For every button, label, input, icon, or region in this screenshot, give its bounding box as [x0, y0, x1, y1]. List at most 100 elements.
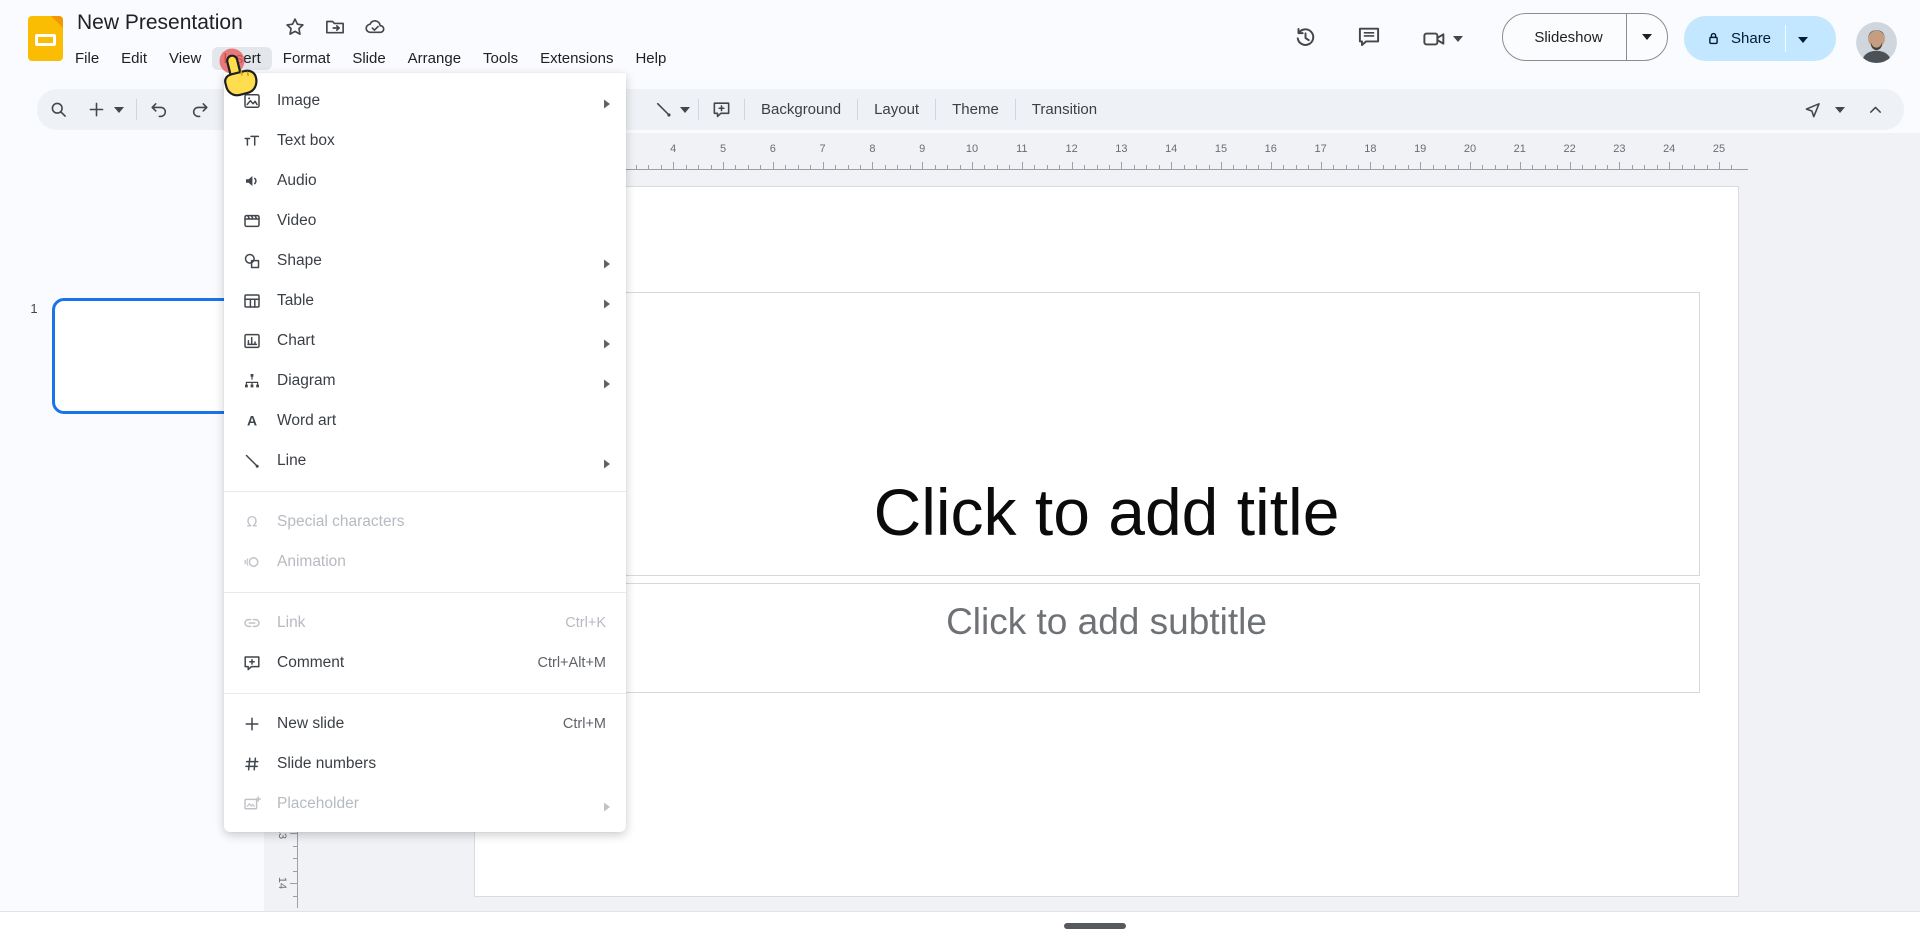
ruler-tick [947, 165, 948, 169]
slideshow-options-caret[interactable] [1627, 34, 1667, 40]
speaker-notes-resize-handle[interactable] [1064, 923, 1126, 929]
move-folder-icon[interactable] [324, 16, 346, 38]
link-icon [242, 613, 262, 633]
ruler-tick [1258, 165, 1259, 169]
ruler-tick [1395, 165, 1396, 169]
undo-icon[interactable] [148, 99, 169, 120]
meet-caret-icon[interactable] [1453, 36, 1463, 42]
ruler-number: 20 [1458, 143, 1482, 155]
ruler-tick [848, 165, 849, 169]
insert-menu-item-new-slide[interactable]: New slideCtrl+M [224, 704, 626, 744]
menu-item-label: Image [277, 92, 603, 110]
ruler-tick [1022, 162, 1023, 169]
menubar-item-tools[interactable]: Tools [472, 47, 529, 70]
menubar-item-file[interactable]: File [64, 47, 110, 70]
comment-icon [242, 653, 262, 673]
star-icon[interactable] [284, 16, 306, 38]
ruler-number: 22 [1558, 143, 1582, 155]
menubar-item-help[interactable]: Help [624, 47, 677, 70]
hide-menus-chevron-icon[interactable] [1865, 99, 1886, 120]
image-icon [242, 91, 262, 111]
ruler-tick [910, 165, 911, 169]
menubar-item-extensions[interactable]: Extensions [529, 47, 624, 70]
background-button[interactable]: Background [745, 101, 857, 118]
ruler-tick [1358, 165, 1359, 169]
ruler-tick [897, 165, 898, 169]
share-options-caret[interactable] [1798, 30, 1808, 48]
document-title[interactable]: New Presentation [77, 11, 243, 35]
insert-menu-item-line[interactable]: Line [224, 441, 626, 481]
menu-item-shortcut: Ctrl+M [563, 716, 606, 732]
ruler-tick [984, 165, 985, 169]
insert-menu-item-slide-numbers[interactable]: Slide numbers [224, 744, 626, 784]
insert-menu-item-chart[interactable]: Chart [224, 321, 626, 361]
ruler-tick [723, 162, 724, 169]
insert-menu-item-diagram[interactable]: Diagram [224, 361, 626, 401]
bottom-bar [0, 911, 1920, 947]
line-tool-icon[interactable] [653, 99, 674, 120]
ruler-number: 14 [1159, 143, 1183, 155]
insert-menu-item-text-box[interactable]: Text box [224, 121, 626, 161]
menubar-item-arrange[interactable]: Arrange [397, 47, 472, 70]
ruler-tick [1134, 165, 1135, 169]
insert-menu-item-audio[interactable]: Audio [224, 161, 626, 201]
ruler-tick [1059, 165, 1060, 169]
insert-menu-item-image[interactable]: Image [224, 81, 626, 121]
insert-menu-item-word-art[interactable]: AWord art [224, 401, 626, 441]
open-comments-icon[interactable] [1356, 24, 1382, 50]
new-slide-caret-icon[interactable] [114, 107, 124, 113]
submenu-arrow-icon [603, 376, 611, 386]
ruler-tick [1084, 165, 1085, 169]
avatar[interactable] [1856, 22, 1897, 63]
ruler-tick [997, 165, 998, 169]
insert-menu-item-table[interactable]: Table [224, 281, 626, 321]
ruler-number: 12 [1060, 143, 1084, 155]
new-slide-plus-icon[interactable] [86, 99, 107, 120]
ruler-tick [1582, 165, 1583, 169]
ruler-tick [1146, 165, 1147, 169]
ruler-tick [293, 858, 297, 859]
ruler-tick [1009, 165, 1010, 169]
layout-button[interactable]: Layout [858, 101, 935, 118]
menubar-item-insert[interactable]: Insert [212, 47, 272, 70]
pointer-caret-icon[interactable] [1835, 107, 1845, 113]
ruler-tick [1719, 162, 1720, 169]
insert-menu-item-placeholder: Placeholder [224, 784, 626, 824]
transition-button[interactable]: Transition [1016, 101, 1113, 118]
audio-icon [242, 171, 262, 191]
ruler-number: 7 [811, 143, 835, 155]
toolbar-far-right [1802, 89, 1886, 130]
ruler-tick [1682, 165, 1683, 169]
menu-item-label: Text box [277, 132, 626, 150]
ruler-tick [293, 896, 297, 897]
ruler-tick [1458, 165, 1459, 169]
line-tool-caret-icon[interactable] [680, 107, 690, 113]
ruler-tick [1408, 165, 1409, 169]
menubar-item-slide[interactable]: Slide [341, 47, 396, 70]
insert-menu-item-comment[interactable]: CommentCtrl+Alt+M [224, 643, 626, 683]
meet-camera-icon[interactable] [1421, 26, 1447, 52]
chart-icon [242, 331, 262, 351]
ruler-number: 5 [711, 143, 735, 155]
menubar-item-edit[interactable]: Edit [110, 47, 158, 70]
toolbar-divider [136, 99, 137, 120]
insert-menu-item-video[interactable]: Video [224, 201, 626, 241]
svg-text:A: A [247, 413, 257, 429]
share-button[interactable]: Share [1684, 16, 1836, 61]
slide-canvas[interactable]: Click to add title Click to add subtitle [474, 186, 1739, 897]
laser-pointer-icon[interactable] [1802, 99, 1823, 120]
slideshow-button[interactable]: Slideshow [1502, 13, 1668, 61]
ruler-number: 15 [1209, 143, 1233, 155]
version-history-icon[interactable] [1292, 24, 1318, 50]
ruler-tick [1321, 162, 1322, 169]
insert-menu-item-animation: Animation [224, 542, 626, 582]
add-comment-icon[interactable] [711, 99, 732, 120]
redo-icon[interactable] [190, 99, 211, 120]
insert-menu-item-shape[interactable]: Shape [224, 241, 626, 281]
ruler-tick [1433, 165, 1434, 169]
menubar-item-view[interactable]: View [158, 47, 212, 70]
theme-button[interactable]: Theme [936, 101, 1015, 118]
ruler-tick [1595, 165, 1596, 169]
menubar-item-format[interactable]: Format [272, 47, 342, 70]
search-menus-icon[interactable] [48, 99, 69, 120]
